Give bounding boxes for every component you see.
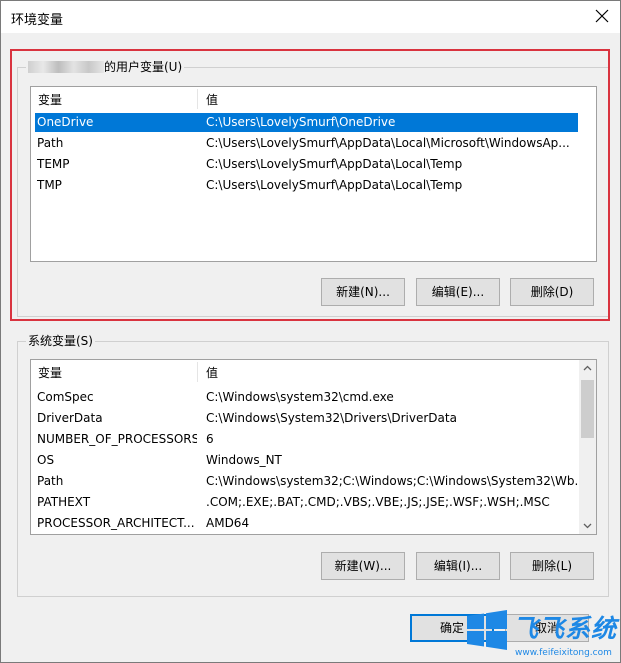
variable-name: NUMBER_OF_PROCESSORS	[37, 432, 197, 446]
system-delete-button[interactable]: 删除(L)	[510, 552, 594, 580]
watermark-brand: 飞飞系统	[513, 614, 618, 643]
variable-name: PATHEXT	[37, 495, 91, 509]
system-edit-button[interactable]: 编辑(I)...	[416, 552, 500, 580]
variable-value: C:\Windows\System32\Drivers\DriverData	[206, 411, 457, 425]
table-row[interactable]: Path C:\Windows\system32;C:\Windows;C:\W…	[35, 472, 586, 491]
variable-value: AMD64	[206, 516, 250, 530]
variable-value: C:\Windows\system32\cmd.exe	[206, 390, 394, 404]
table-row[interactable]: PATHEXT .COM;.EXE;.BAT;.CMD;.VBS;.VBE;.J…	[35, 493, 578, 512]
chevron-down-icon	[583, 523, 592, 529]
variable-name: PROCESSOR_ARCHITECT...	[37, 516, 195, 530]
scrollbar-thumb[interactable]	[581, 380, 594, 438]
system-new-button[interactable]: 新建(W)...	[321, 552, 405, 580]
variable-value: C:\Windows\system32;C:\Windows;C:\Window…	[206, 474, 586, 488]
column-header-name[interactable]: 变量	[38, 364, 62, 381]
window-title: 环境变量	[11, 13, 64, 28]
column-header-value[interactable]: 值	[206, 364, 218, 381]
close-icon	[595, 9, 609, 23]
system-variables-group-title: 系统变量(S)	[26, 333, 95, 349]
watermark-logo: 飞飞系统 www.feifeixitong.com	[465, 603, 621, 663]
chevron-up-icon	[583, 365, 592, 371]
table-row[interactable]: PROCESSOR_ARCHITECT... AMD64	[35, 514, 578, 533]
title-bar: 环境变量	[1, 1, 620, 33]
scroll-down-button[interactable]	[579, 517, 596, 534]
table-row[interactable]: DriverData C:\Windows\System32\Drivers\D…	[35, 409, 578, 428]
system-variables-list[interactable]: 变量 值 ComSpec C:\Windows\system32\cmd.exe…	[30, 359, 597, 535]
variable-name: ComSpec	[37, 390, 94, 404]
variable-value: 6	[206, 432, 214, 446]
red-highlight-box	[10, 49, 610, 321]
list-header: 变量 值	[31, 360, 596, 384]
variable-name: DriverData	[37, 411, 103, 425]
table-row[interactable]: NUMBER_OF_PROCESSORS 6	[35, 430, 578, 449]
watermark-url: www.feifeixitong.com	[515, 648, 612, 658]
close-button[interactable]	[590, 5, 614, 29]
variable-name: OS	[37, 453, 55, 467]
environment-variables-dialog: 环境变量 的用户变量(U) 变量 值 OneDrive C:\Users\Lov…	[0, 0, 621, 663]
variable-value: .COM;.EXE;.BAT;.CMD;.VBS;.VBE;.JS;.JSE;.…	[206, 495, 550, 509]
table-row[interactable]: ComSpec C:\Windows\system32\cmd.exe	[35, 388, 578, 407]
windows-logo-icon	[467, 610, 507, 650]
variable-name: Path	[37, 474, 64, 488]
scroll-up-button[interactable]	[579, 360, 596, 377]
variable-value: Windows_NT	[206, 453, 282, 467]
vertical-scrollbar[interactable]	[579, 360, 596, 534]
table-row[interactable]: OS Windows_NT	[35, 451, 578, 470]
